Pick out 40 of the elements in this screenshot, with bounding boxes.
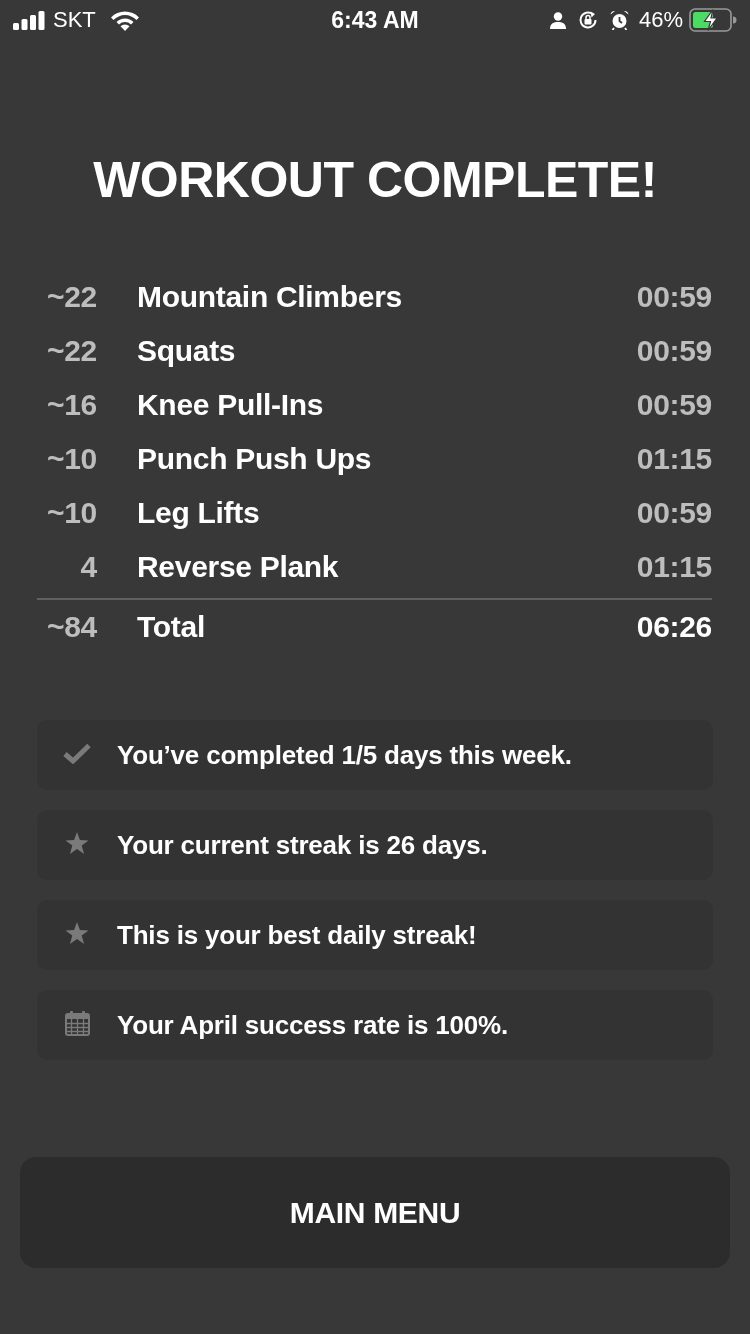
exercise-duration: 01:15 (636, 442, 712, 476)
rep-count: ~16 (46, 388, 97, 422)
exercise-duration: 01:15 (636, 550, 712, 584)
rep-count: ~22 (46, 334, 97, 368)
exercise-name: Squats (137, 334, 237, 368)
total-rep-count: ~84 (46, 610, 97, 644)
star-icon (65, 921, 89, 945)
exercise-name: Mountain Climbers (137, 280, 403, 314)
carrier-name: SKT (53, 7, 96, 33)
exercise-name: Punch Push Ups (137, 442, 373, 476)
rotation-lock-icon (577, 10, 598, 30)
achievement-text: Your current streak is 26 days. (117, 829, 488, 861)
exercise-duration: 00:59 (636, 496, 712, 530)
rep-count: 4 (79, 550, 97, 584)
battery-percentage: 46% (638, 7, 683, 33)
rep-count: ~22 (46, 280, 97, 314)
checkmark-icon (63, 742, 91, 764)
person-icon (549, 11, 566, 29)
screen-title: WORKOUT COMPLETE! (92, 151, 658, 210)
total-label: Total (137, 610, 206, 644)
exercise-name: Leg Lifts (137, 496, 261, 530)
exercise-duration: 00:59 (636, 388, 712, 422)
exercise-name: Knee Pull-Ins (137, 388, 325, 422)
achievement-text: You’ve completed 1/5 days this week. (117, 739, 572, 771)
signal-icon (13, 10, 45, 30)
rep-count: ~10 (46, 496, 97, 530)
achievement-text: Your April success rate is 100%. (117, 1009, 508, 1041)
star-icon (65, 831, 89, 855)
exercise-duration: 00:59 (636, 280, 712, 314)
achievement-text: This is your best daily streak! (117, 919, 477, 951)
exercise-duration: 00:59 (636, 334, 712, 368)
exercise-name: Reverse Plank (137, 550, 340, 584)
battery-charging-icon (689, 8, 737, 32)
wifi-icon (109, 9, 140, 31)
total-duration: 06:26 (636, 610, 712, 644)
main-menu-button[interactable]: MAIN MENU (20, 1157, 730, 1268)
clock-time: 6:43 AM (331, 7, 419, 33)
calendar-icon (64, 1010, 90, 1036)
rep-count: ~10 (46, 442, 97, 476)
alarm-clock-icon (609, 10, 629, 30)
